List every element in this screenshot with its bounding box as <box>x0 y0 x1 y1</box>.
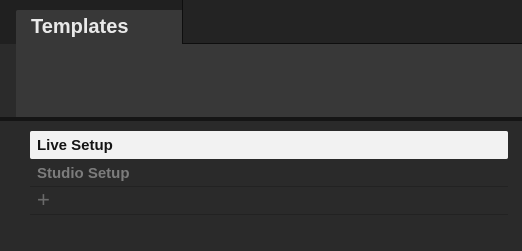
templates-panel: Templates Live Setup Studio Setup + <box>0 0 522 251</box>
template-list: Live Setup Studio Setup + <box>0 121 522 251</box>
plus-icon: + <box>37 187 50 212</box>
template-item-label: Studio Setup <box>37 165 130 182</box>
template-item-live-setup[interactable]: Live Setup <box>30 131 508 159</box>
tab-strip: Templates <box>0 0 522 45</box>
add-template-button[interactable]: + <box>30 187 508 215</box>
header-area: Templates <box>0 0 522 117</box>
template-item-studio-setup[interactable]: Studio Setup <box>30 159 508 187</box>
tab-content-panel <box>16 44 522 117</box>
tab-templates[interactable]: Templates <box>16 10 182 45</box>
tab-strip-empty <box>182 0 522 44</box>
tab-templates-label: Templates <box>31 16 129 38</box>
template-item-label: Live Setup <box>37 137 113 154</box>
